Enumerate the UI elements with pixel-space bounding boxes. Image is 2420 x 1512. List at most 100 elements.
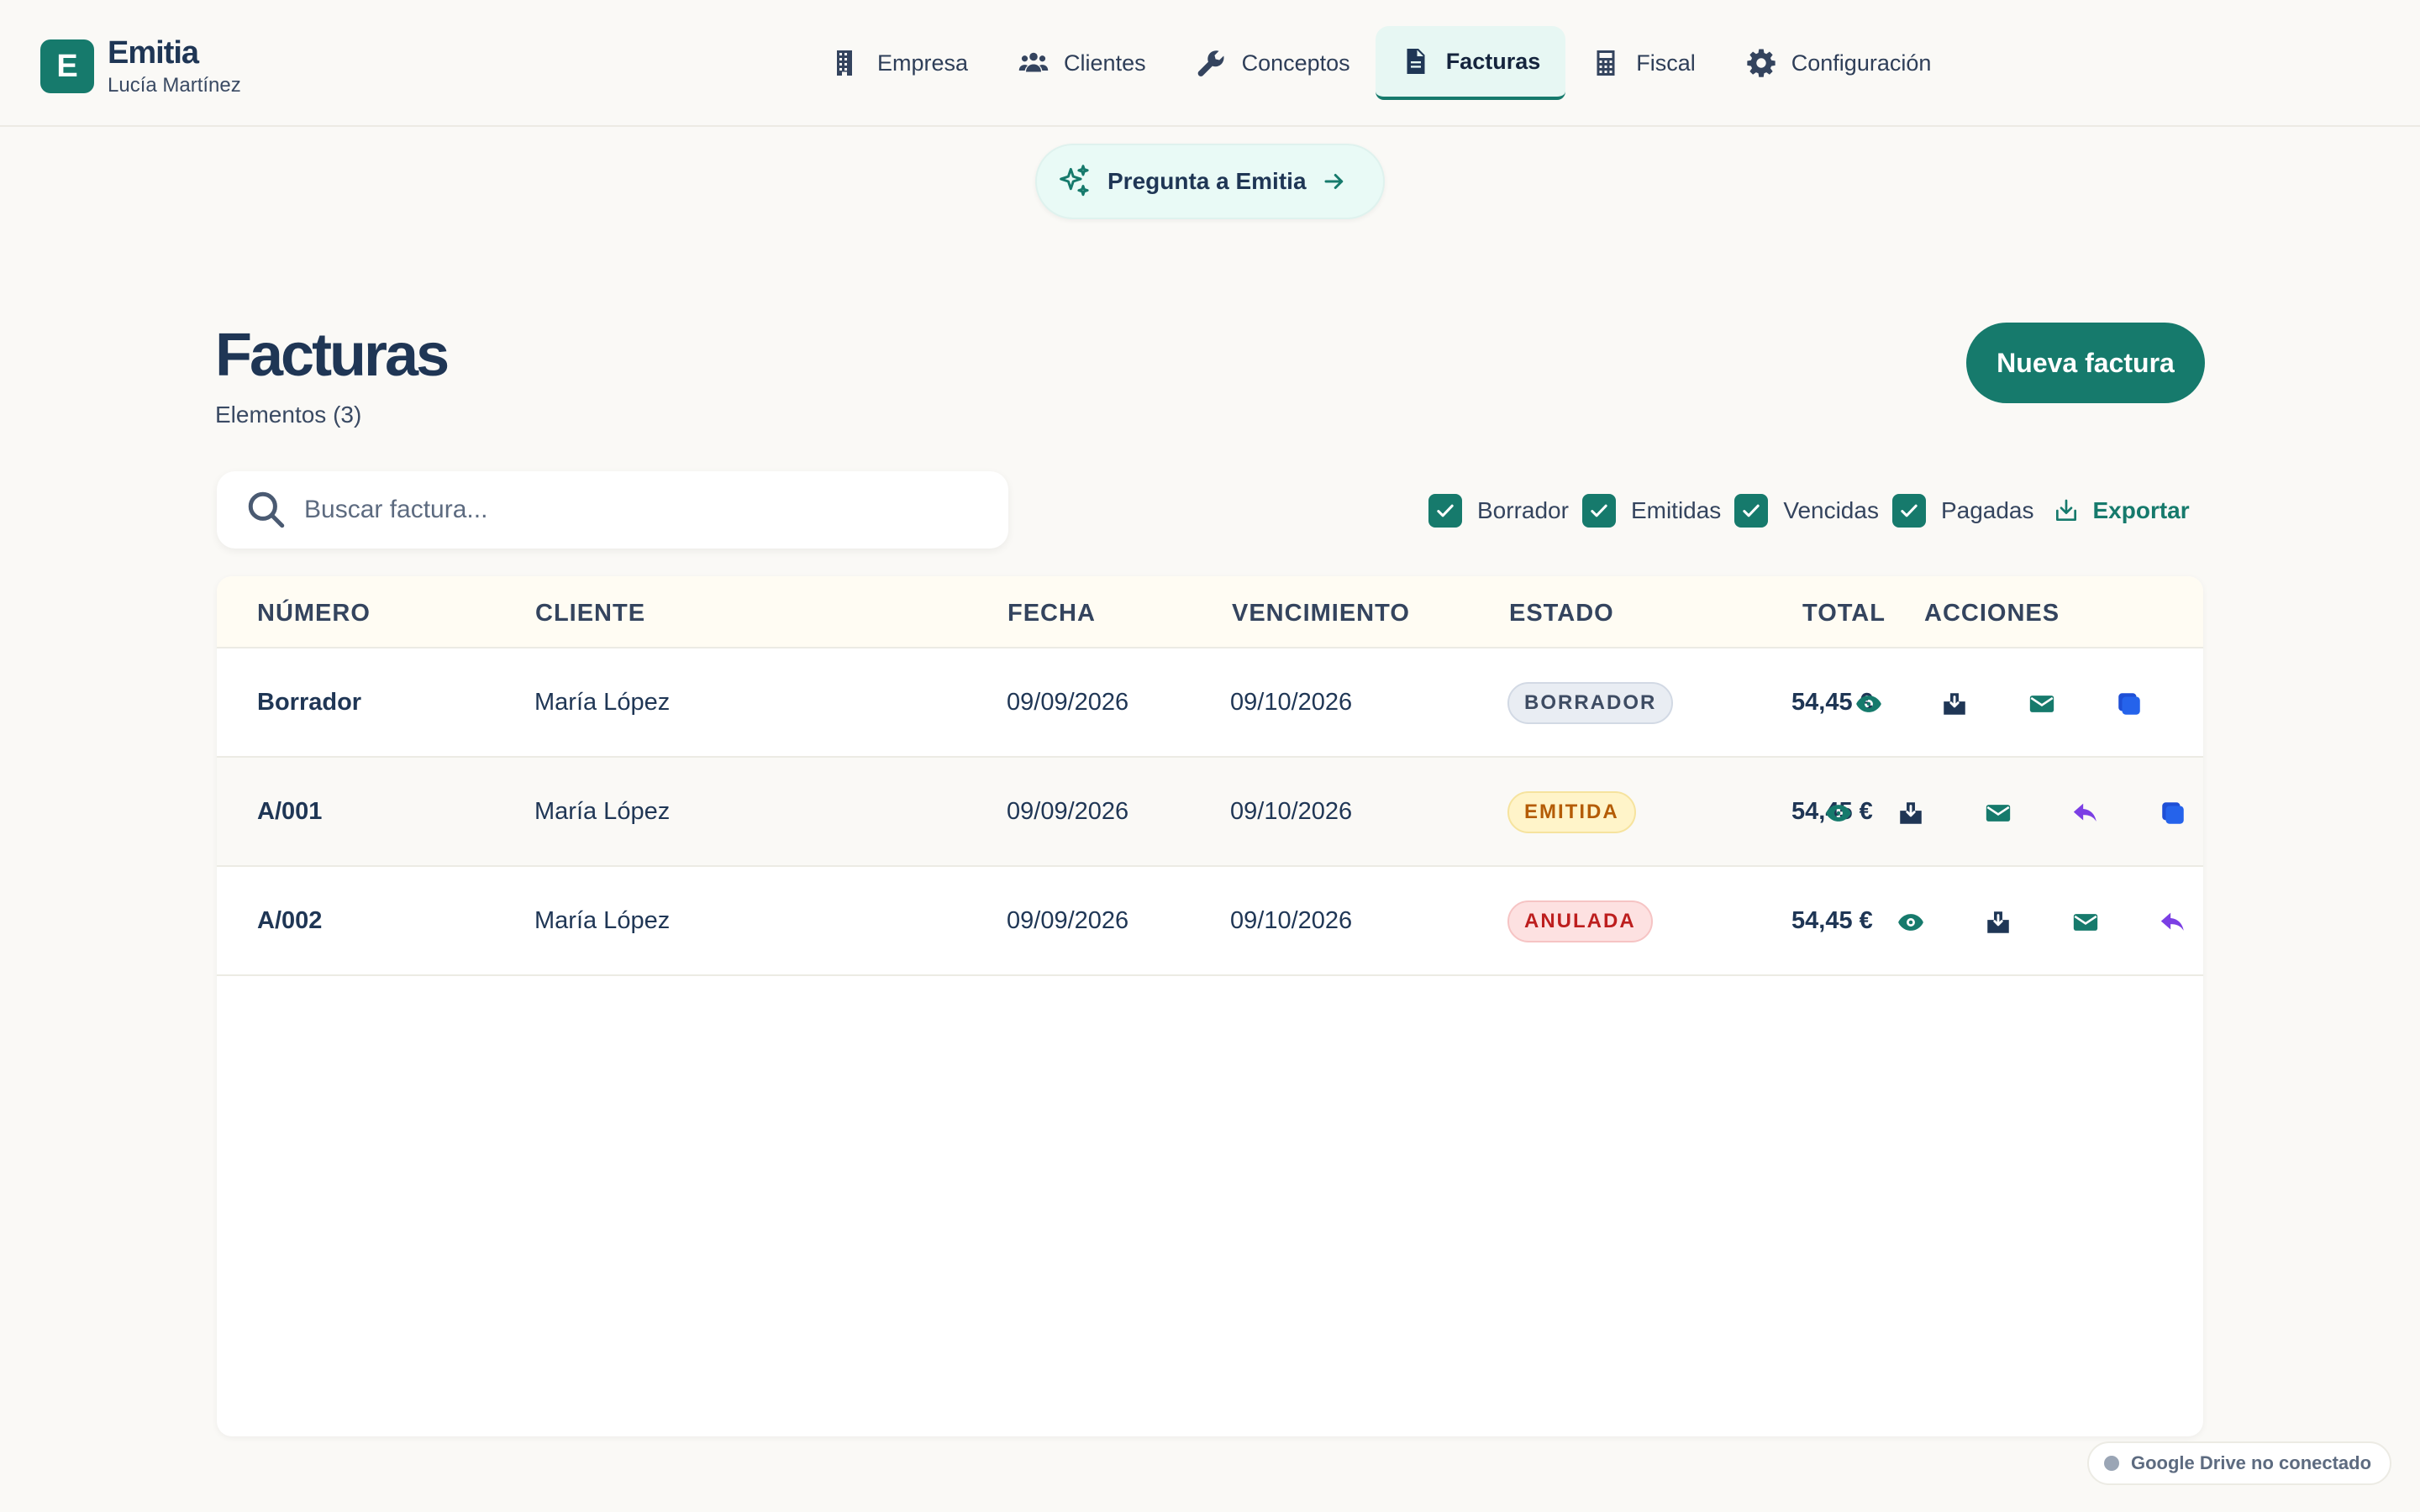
nav-item-facturas[interactable]: Facturas <box>1375 26 1566 100</box>
column-total[interactable]: TOTAL <box>1802 600 1886 627</box>
checkbox[interactable] <box>1428 494 1462 528</box>
send-email-button[interactable] <box>1981 796 2015 830</box>
drive-status-badge[interactable]: Google Drive no conectado <box>2087 1441 2391 1485</box>
reply-icon <box>2073 803 2096 822</box>
checkbox[interactable] <box>1891 494 1926 528</box>
view-button[interactable] <box>1852 687 1886 721</box>
eye-icon <box>1898 914 1923 931</box>
gear-icon <box>1747 49 1776 77</box>
drive-status-label: Google Drive no conectado <box>2131 1452 2372 1473</box>
building-icon <box>837 50 852 76</box>
invoice-client: María López <box>534 907 671 934</box>
invoice-due-date: 09/10/2026 <box>1230 907 1353 934</box>
invoice-number: Borrador <box>257 689 362 716</box>
download-button[interactable] <box>1981 906 2015 939</box>
check-icon <box>1437 504 1454 517</box>
invoices-table: NÚMERO CLIENTE FECHA VENCIMIENTO ESTADO … <box>217 576 2203 1436</box>
new-invoice-button[interactable]: Nueva factura <box>1966 323 2205 403</box>
rectify-button[interactable] <box>2156 906 2190 939</box>
eye-icon <box>1826 805 1851 822</box>
ask-emitia-button[interactable]: Pregunta a Emitia <box>1035 144 1385 219</box>
brand-logo: E <box>40 39 94 93</box>
table-header: NÚMERO CLIENTE FECHA VENCIMIENTO ESTADO … <box>217 576 2203 648</box>
filter-vencidas[interactable]: Vencidas <box>1734 494 1879 528</box>
envelope-icon <box>2073 914 2098 931</box>
column-cliente[interactable]: CLIENTE <box>535 600 645 627</box>
status-filters: Borrador Emitidas Vencidas Pagadas Expor… <box>1428 492 2190 529</box>
download-button[interactable] <box>1938 687 1971 721</box>
status-badge: ANULADA <box>1507 900 1653 942</box>
filter-label: Vencidas <box>1783 497 1879 523</box>
download-tray-icon <box>2055 499 2076 521</box>
nav-label: Configuración <box>1791 50 1932 76</box>
sparkles-icon <box>1060 165 1089 197</box>
table-row[interactable]: A/001 María López 09/09/2026 09/10/2026 … <box>217 758 2203 867</box>
app-name: Emitia <box>108 35 199 71</box>
column-fecha[interactable]: FECHA <box>1007 600 1096 627</box>
filter-borrador[interactable]: Borrador <box>1428 494 1569 528</box>
arrow-right-icon <box>1324 174 1343 189</box>
filter-label: Emitidas <box>1630 497 1722 523</box>
download-button[interactable] <box>1894 796 1928 830</box>
nav-item-configuracion[interactable]: Configuración <box>1721 26 1957 100</box>
column-estado[interactable]: ESTADO <box>1509 600 1614 627</box>
duplicate-button[interactable] <box>2156 796 2190 830</box>
column-vencimiento[interactable]: VENCIMIENTO <box>1232 600 1410 627</box>
check-icon <box>1901 504 1918 517</box>
column-numero[interactable]: NÚMERO <box>257 600 371 627</box>
nav-label: Clientes <box>1064 50 1146 76</box>
reply-icon <box>2160 912 2184 931</box>
duplicate-button[interactable] <box>2112 687 2146 721</box>
checkbox[interactable] <box>1734 494 1769 528</box>
invoice-number: A/002 <box>257 907 323 934</box>
view-button[interactable] <box>1822 796 1855 830</box>
filter-pagadas[interactable]: Pagadas <box>1891 494 2034 528</box>
download-icon <box>1944 693 1965 715</box>
search-input[interactable] <box>304 496 976 524</box>
nav-label: Fiscal <box>1636 50 1696 76</box>
send-email-button[interactable] <box>2069 906 2102 939</box>
items-count: Elementos (3) <box>215 402 362 428</box>
nav-item-clientes[interactable]: Clientes <box>993 26 1171 100</box>
nav-item-fiscal[interactable]: Fiscal <box>1565 26 1721 100</box>
main-nav: Empresa Clientes Conceptos Facturas Fisc… <box>807 25 1956 101</box>
invoice-date: 09/09/2026 <box>1007 907 1129 934</box>
invoice-number: A/001 <box>257 798 323 825</box>
page-title: Facturas <box>215 322 450 389</box>
table-row[interactable]: Borrador María López 09/09/2026 09/10/20… <box>217 648 2203 758</box>
invoice-client: María López <box>534 689 671 716</box>
nav-item-conceptos[interactable]: Conceptos <box>1171 26 1376 100</box>
invoice-total: 54,45 € <box>1791 907 1873 934</box>
export-label: Exportar <box>2092 497 2190 523</box>
check-icon <box>1743 504 1760 517</box>
status-badge: BORRADOR <box>1507 682 1674 724</box>
copy-icon <box>2162 802 2184 824</box>
send-email-button[interactable] <box>2025 687 2059 721</box>
top-bar: E Emitia Lucía Martínez Empresa Clientes… <box>0 0 2420 127</box>
ask-label: Pregunta a Emitia <box>1107 168 1307 194</box>
invoice-due-date: 09/10/2026 <box>1230 798 1353 825</box>
export-button[interactable]: Exportar <box>2053 497 2190 524</box>
view-button[interactable] <box>1894 906 1928 939</box>
column-acciones: ACCIONES <box>1924 600 2060 627</box>
checkbox[interactable] <box>1581 494 1616 528</box>
document-icon <box>1407 49 1425 74</box>
envelope-icon <box>2029 696 2054 712</box>
search-box <box>217 471 1008 549</box>
invoice-date: 09/09/2026 <box>1007 689 1129 716</box>
table-row[interactable]: A/002 María López 09/09/2026 09/10/2026 … <box>217 867 2203 976</box>
rectify-button[interactable] <box>2069 796 2102 830</box>
nav-item-empresa[interactable]: Empresa <box>807 26 993 100</box>
wrench-icon <box>1197 50 1224 76</box>
invoice-date: 09/09/2026 <box>1007 798 1129 825</box>
filter-emitidas[interactable]: Emitidas <box>1581 494 1722 528</box>
users-icon <box>1018 52 1049 72</box>
filter-label: Pagadas <box>1940 497 2034 523</box>
brand[interactable]: E Emitia Lucía Martínez <box>40 35 241 97</box>
nav-label: Empresa <box>877 50 969 76</box>
check-icon <box>1591 504 1607 517</box>
status-badge: EMITIDA <box>1507 791 1636 833</box>
status-dot <box>2104 1456 2119 1471</box>
invoice-client: María López <box>534 798 671 825</box>
envelope-icon <box>1986 805 2011 822</box>
